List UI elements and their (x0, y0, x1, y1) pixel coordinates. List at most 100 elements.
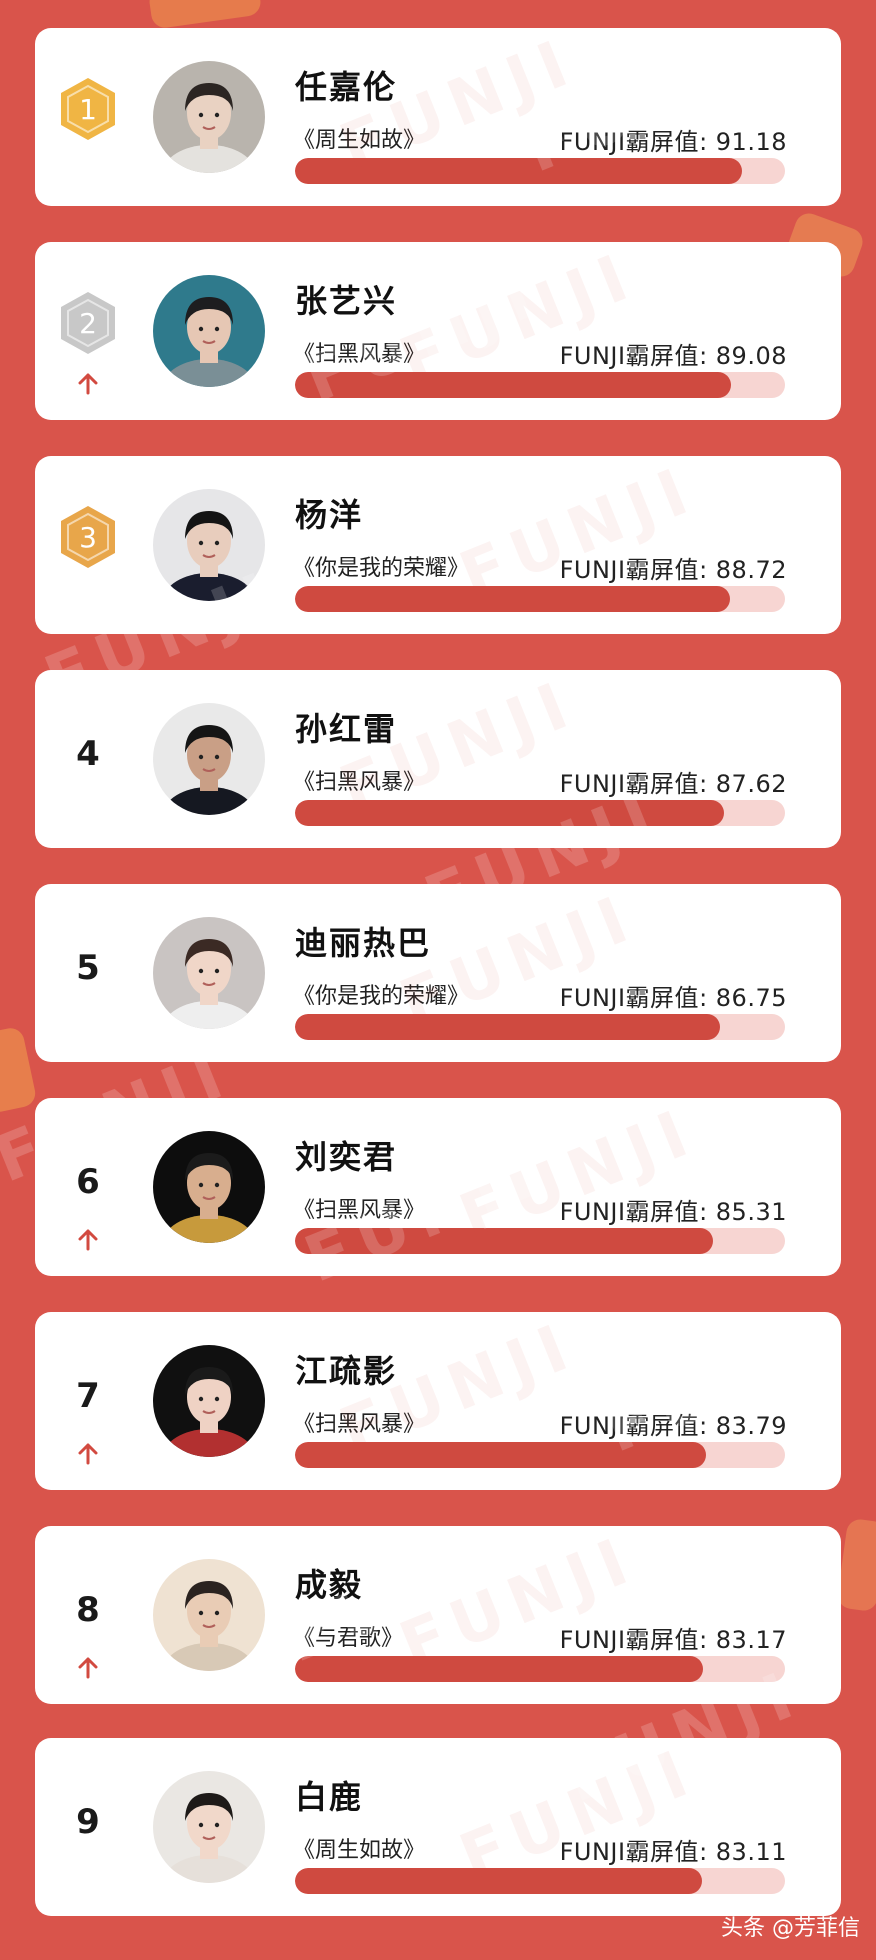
medal-rank-number: 2 (79, 307, 97, 340)
score-value: 88.72 (715, 556, 787, 584)
rank-indicator: 2 (53, 242, 123, 420)
score-value: 89.08 (715, 342, 787, 370)
score-bar-track (295, 372, 785, 398)
score-bar-track (295, 1868, 785, 1894)
score-bar-fill (295, 1442, 706, 1468)
score-label: FUNJI霸屏值 (559, 1412, 700, 1440)
score-value: 83.11 (715, 1838, 787, 1866)
score-bar-track (295, 586, 785, 612)
score-label: FUNJI霸屏值 (559, 128, 700, 156)
ranking-card: 6 刘奕君 《扫黑风暴》 FUNJI霸屏值: 85.31 FUNJI (35, 1098, 841, 1276)
score-bar-track (295, 1014, 785, 1040)
avatar (153, 703, 265, 815)
score-bar-track (295, 1442, 785, 1468)
score-value: 83.79 (715, 1412, 787, 1440)
rank-indicator: 9 (53, 1738, 123, 1916)
rank-indicator: 8 (53, 1526, 123, 1704)
drama-title: 《周生如故》 (293, 1838, 426, 1863)
ranking-card: 1 任嘉伦 《周生如故》 FUNJI霸屏值: 91.18 FUNJI (35, 28, 841, 206)
rank-indicator: 4 (53, 670, 123, 848)
rank-number: 5 (76, 948, 100, 988)
score-label: FUNJI霸屏值 (559, 770, 700, 798)
celebrity-name: 白鹿 (295, 1778, 364, 1816)
celebrity-name: 杨洋 (295, 496, 364, 534)
rank-number: 7 (76, 1376, 100, 1416)
ranking-list: 1 任嘉伦 《周生如故》 FUNJI霸屏值: 91.18 FUNJI 2 张艺兴… (35, 28, 841, 1950)
drama-title: 《扫黑风暴》 (293, 1412, 426, 1437)
ranking-card: 7 江疏影 《扫黑风暴》 FUNJI霸屏值: 83.79 FUNJI (35, 1312, 841, 1490)
score-text: FUNJI霸屏值: 83.79 (559, 1412, 787, 1440)
avatar (153, 489, 265, 601)
score-bar-fill (295, 1014, 721, 1040)
avatar (153, 917, 265, 1029)
avatar (153, 1771, 265, 1883)
drama-title: 《扫黑风暴》 (293, 1198, 426, 1223)
score-label: FUNJI霸屏值 (559, 984, 700, 1012)
ranking-card: 2 张艺兴 《扫黑风暴》 FUNJI霸屏值: 89.08 FUNJI (35, 242, 841, 420)
avatar (153, 61, 265, 173)
celebrity-name: 刘奕君 (295, 1138, 398, 1176)
ranking-card: 5 迪丽热巴 《你是我的荣耀》 FUNJI霸屏值: 86.75 FUNJI (35, 884, 841, 1062)
rank-up-arrow-icon (76, 1442, 100, 1466)
drama-title: 《扫黑风暴》 (293, 770, 426, 795)
silver-medal-icon: 2 (53, 288, 123, 358)
score-label: FUNJI霸屏值 (559, 1198, 700, 1226)
celebrity-name: 任嘉伦 (295, 68, 398, 106)
background-gift-decoration (0, 1025, 38, 1115)
score-bar-fill (295, 800, 725, 826)
avatar (153, 1345, 265, 1457)
score-bar-fill (295, 1228, 714, 1254)
score-label: FUNJI霸屏值 (559, 1838, 700, 1866)
score-bar-track (295, 158, 785, 184)
rank-indicator: 1 (53, 28, 123, 206)
drama-title: 《周生如故》 (293, 128, 426, 153)
rank-indicator: 7 (53, 1312, 123, 1490)
score-value: 85.31 (715, 1198, 787, 1226)
drama-title: 《你是我的荣耀》 (293, 984, 470, 1009)
bronze-medal-icon: 3 (53, 502, 123, 572)
score-bar-fill (295, 1868, 703, 1894)
score-value: 91.18 (715, 128, 787, 156)
rank-up-arrow-icon (76, 1228, 100, 1252)
score-bar-fill (295, 586, 730, 612)
celebrity-name: 孙红雷 (295, 710, 398, 748)
rank-indicator: 3 (53, 456, 123, 634)
rank-indicator: 6 (53, 1098, 123, 1276)
avatar (153, 1131, 265, 1243)
score-text: FUNJI霸屏值: 89.08 (559, 342, 787, 370)
ranking-card: 4 孙红雷 《扫黑风暴》 FUNJI霸屏值: 87.62 FUNJI (35, 670, 841, 848)
rank-up-arrow-icon (76, 372, 100, 396)
background-gift-decoration (147, 0, 263, 30)
score-text: FUNJI霸屏值: 83.11 (559, 1838, 787, 1866)
score-value: 83.17 (715, 1626, 787, 1654)
score-text: FUNJI霸屏值: 88.72 (559, 556, 787, 584)
celebrity-name: 成毅 (295, 1566, 364, 1604)
score-value: 87.62 (715, 770, 787, 798)
medal-rank-number: 1 (79, 93, 97, 126)
rank-up-arrow-icon (76, 1656, 100, 1680)
score-bar-track (295, 1228, 785, 1254)
avatar (153, 1559, 265, 1671)
rank-number: 9 (76, 1802, 100, 1842)
drama-title: 《与君歌》 (293, 1626, 404, 1651)
rank-number: 6 (76, 1162, 100, 1202)
score-bar-fill (295, 372, 732, 398)
medal-rank-number: 3 (79, 521, 97, 554)
gold-medal-icon: 1 (53, 74, 123, 144)
score-label: FUNJI霸屏值 (559, 1626, 700, 1654)
score-bar-fill (295, 158, 742, 184)
score-text: FUNJI霸屏值: 85.31 (559, 1198, 787, 1226)
score-label: FUNJI霸屏值 (559, 342, 700, 370)
score-bar-track (295, 1656, 785, 1682)
celebrity-name: 迪丽热巴 (295, 924, 432, 962)
score-text: FUNJI霸屏值: 83.17 (559, 1626, 787, 1654)
drama-title: 《你是我的荣耀》 (293, 556, 470, 581)
celebrity-name: 江疏影 (295, 1352, 398, 1390)
celebrity-name: 张艺兴 (295, 282, 398, 320)
score-value: 86.75 (715, 984, 787, 1012)
footer-credit: 头条 @芳菲信 (721, 1916, 860, 1941)
background-gift-decoration (835, 1517, 876, 1613)
score-text: FUNJI霸屏值: 91.18 (559, 128, 787, 156)
score-label: FUNJI霸屏值 (559, 556, 700, 584)
ranking-card: 9 白鹿 《周生如故》 FUNJI霸屏值: 83.11 FUNJI (35, 1738, 841, 1916)
